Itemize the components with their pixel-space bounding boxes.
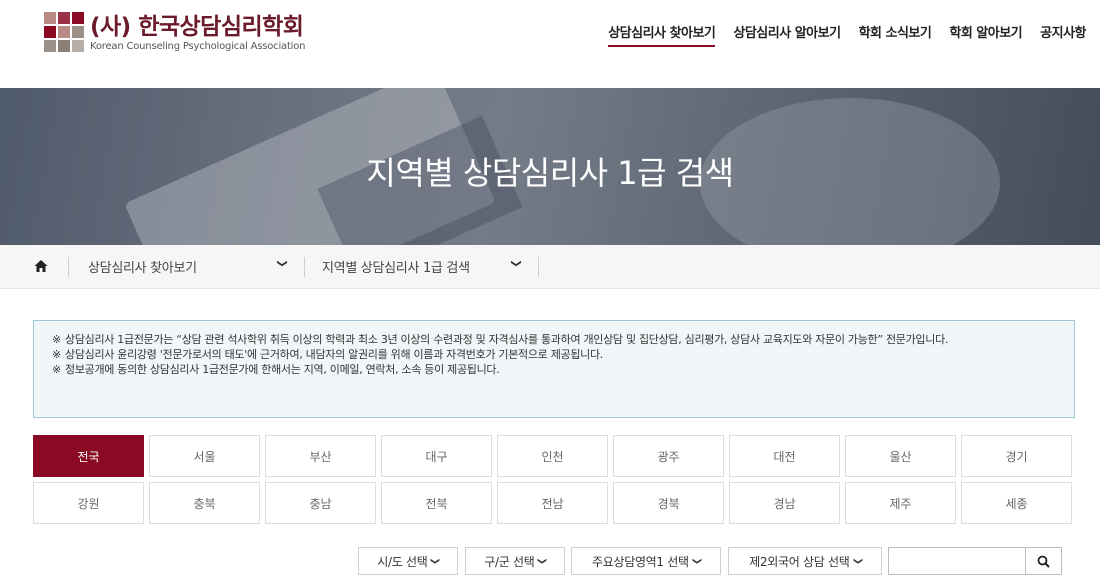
region-row: 전국 서울 부산 대구 인천 광주 대전 울산 경기 <box>33 435 1075 477</box>
region-button[interactable]: 대구 <box>381 435 492 477</box>
region-button[interactable]: 서울 <box>149 435 260 477</box>
site-header: (사) 한국상담심리학회 Korean Counseling Psycholog… <box>0 0 1100 88</box>
region-selector: 전국 서울 부산 대구 인천 광주 대전 울산 경기 강원 충북 충남 전북 전… <box>33 435 1075 529</box>
language-select[interactable]: 제2외국어 상담 선택 ❯ <box>728 547 882 575</box>
notice-line: 정보공개에 동의한 상담심리사 1급전문가에 한해서는 지역, 이메일, 연락처… <box>52 362 1056 377</box>
chevron-down-icon: ❯ <box>430 557 441 565</box>
chevron-down-icon[interactable]: ❯ <box>511 259 522 267</box>
filter-bar: 시/도 선택 ❯ 구/군 선택 ❯ 주요상담영역1 선택 ❯ 제2외국어 상담 선택 ❯ <box>0 547 1100 577</box>
search-button[interactable] <box>1026 547 1062 575</box>
chevron-down-icon: ❯ <box>691 557 702 565</box>
breadcrumb: 상담심리사 찾아보기 ❯ 지역별 상담심리사 1급 검색 ❯ <box>0 245 1100 289</box>
nav-item-about-association[interactable]: 학회 알아보기 <box>949 22 1022 47</box>
search-input[interactable] <box>888 547 1026 575</box>
chevron-down-icon: ❯ <box>537 557 548 565</box>
region-button[interactable]: 전국 <box>33 435 144 477</box>
nav-item-find-counselor[interactable]: 상담심리사 찾아보기 <box>608 22 716 47</box>
search-icon <box>1037 555 1050 568</box>
notice-line: 상담심리사 1급전문가는 “상담 관련 석사학위 취득 이상의 학력과 최소 3… <box>52 332 1056 347</box>
region-button[interactable]: 전남 <box>497 482 608 524</box>
chevron-down-icon[interactable]: ❯ <box>277 259 288 267</box>
region-button[interactable]: 세종 <box>961 482 1072 524</box>
region-button[interactable]: 제주 <box>845 482 956 524</box>
chevron-down-icon: ❯ <box>852 557 863 565</box>
region-button[interactable]: 경기 <box>961 435 1072 477</box>
region-button[interactable]: 인천 <box>497 435 608 477</box>
home-icon[interactable] <box>34 259 48 273</box>
hero-banner: 지역별 상담심리사 1급 검색 <box>0 88 1100 245</box>
logo[interactable]: (사) 한국상담심리학회 Korean Counseling Psycholog… <box>44 12 306 62</box>
region-row: 강원 충북 충남 전북 전남 경북 경남 제주 세종 <box>33 482 1075 524</box>
region-button[interactable]: 충남 <box>265 482 376 524</box>
gugun-select[interactable]: 구/군 선택 ❯ <box>465 547 565 575</box>
page-title: 지역별 상담심리사 1급 검색 <box>366 154 734 192</box>
region-button[interactable]: 경남 <box>729 482 840 524</box>
region-button[interactable]: 전북 <box>381 482 492 524</box>
region-button[interactable]: 대전 <box>729 435 840 477</box>
region-button[interactable]: 충북 <box>149 482 260 524</box>
region-button[interactable]: 울산 <box>845 435 956 477</box>
region-button[interactable]: 광주 <box>613 435 724 477</box>
logo-title: (사) 한국상담심리학회 <box>90 14 304 40</box>
nav-item-news[interactable]: 학회 소식보기 <box>859 22 932 47</box>
logo-subtitle: Korean Counseling Psychological Associat… <box>90 41 306 52</box>
main-nav: 상담심리사 찾아보기 상담심리사 알아보기 학회 소식보기 학회 알아보기 공지… <box>590 22 1086 47</box>
region-button[interactable]: 경북 <box>613 482 724 524</box>
region-button[interactable]: 부산 <box>265 435 376 477</box>
region-button[interactable]: 강원 <box>33 482 144 524</box>
area-select[interactable]: 주요상담영역1 선택 ❯ <box>571 547 721 575</box>
breadcrumb-level1[interactable]: 상담심리사 찾아보기 <box>88 257 197 276</box>
notice-box: 상담심리사 1급전문가는 “상담 관련 석사학위 취득 이상의 학력과 최소 3… <box>33 320 1075 418</box>
nav-item-about-counselor[interactable]: 상담심리사 알아보기 <box>733 22 841 47</box>
sido-select[interactable]: 시/도 선택 ❯ <box>358 547 458 575</box>
breadcrumb-level2[interactable]: 지역별 상담심리사 1급 검색 <box>322 257 470 276</box>
notice-line: 상담심리사 윤리강령 '전문가로서의 태도'에 근거하여, 내담자의 알권리를 … <box>52 347 1056 362</box>
logo-mark-icon <box>44 12 86 54</box>
nav-item-notice[interactable]: 공지사항 <box>1040 22 1086 47</box>
